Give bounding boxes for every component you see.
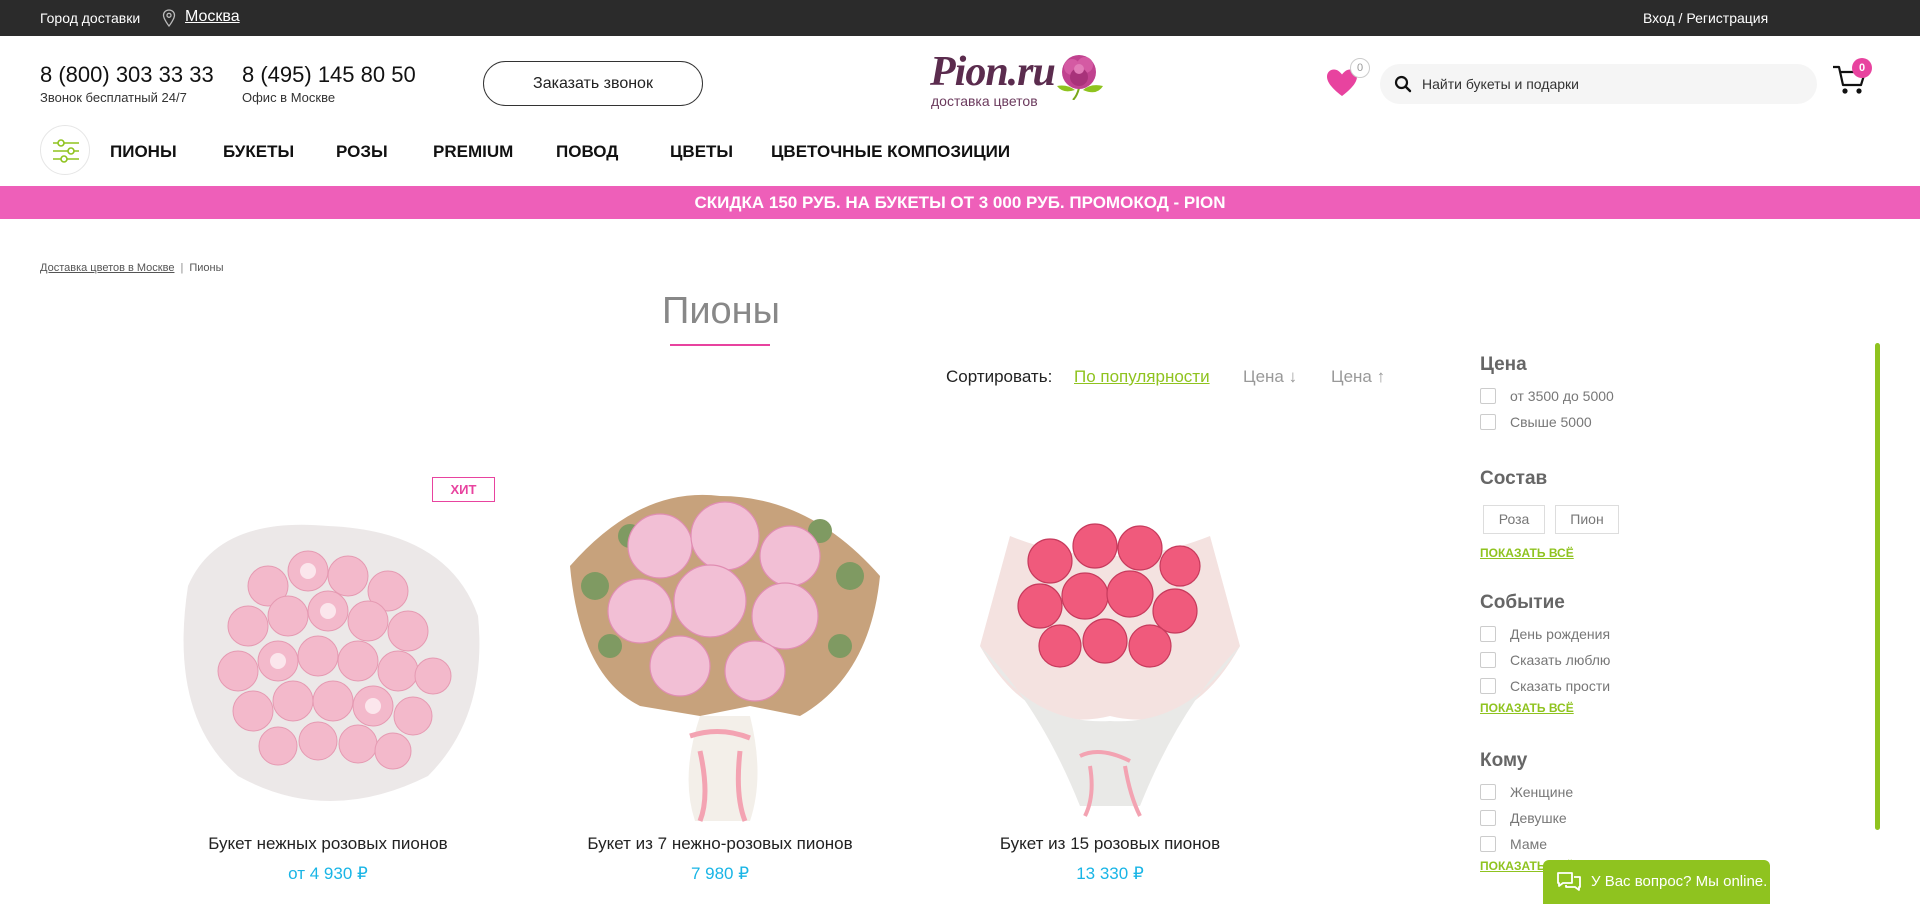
top-bar: Город доставки Москва Вход / Регистрация [0, 0, 1920, 36]
city-selector-link[interactable]: Москва [185, 8, 240, 26]
title-underline [670, 344, 770, 346]
filter-recipient-option[interactable]: Маме [1480, 835, 1640, 853]
checkbox-label: День рождения [1510, 626, 1611, 642]
composition-show-all-link[interactable]: ПОКАЗАТЬ ВСЁ [1480, 546, 1574, 560]
checkbox-label: Свыше 5000 [1510, 414, 1592, 430]
checkbox-label: Сказать прости [1510, 678, 1611, 694]
product-name[interactable]: Букет из 15 розовых пионов [940, 834, 1280, 854]
search-box [1380, 64, 1817, 104]
product-name[interactable]: Букет нежных розовых пионов [158, 834, 498, 854]
event-show-all-link[interactable]: ПОКАЗАТЬ ВСЁ [1480, 701, 1574, 715]
product-price: 13 330 ₽ [1076, 864, 1144, 883]
phone-office[interactable]: 8 (495) 145 80 50 [242, 62, 416, 88]
filter-price-option[interactable]: от 3500 до 5000 [1480, 387, 1640, 405]
search-input[interactable] [1422, 72, 1802, 96]
request-call-button[interactable]: Заказать звонок [483, 61, 703, 106]
checkbox[interactable] [1480, 678, 1496, 694]
filter-event-title: Событие [1480, 592, 1565, 613]
logo-wordmark: Pion.ru [930, 49, 1056, 95]
checkbox[interactable] [1480, 810, 1496, 826]
checkbox-label: Девушке [1510, 810, 1567, 826]
filter-price-title: Цена [1480, 354, 1527, 375]
nav-item-bouquets[interactable]: БУКЕТЫ [223, 142, 294, 162]
filter-tag-peony[interactable]: Пион [1555, 505, 1619, 534]
nav-item-roses[interactable]: РОЗЫ [336, 142, 388, 162]
filter-event-option[interactable]: Сказать люблю [1480, 651, 1640, 669]
delivery-city-label: Город доставки [40, 10, 141, 26]
chat-bubbles-icon [1557, 872, 1581, 891]
search-icon[interactable] [1394, 75, 1412, 93]
logo-tagline: доставка цветов [931, 93, 1038, 109]
product-price: от 4 930 ₽ [288, 864, 368, 883]
phone-free-caption: Звонок бесплатный 24/7 [40, 90, 187, 105]
filter-tag-rose[interactable]: Роза [1483, 505, 1545, 534]
nav-item-peonies[interactable]: ПИОНЫ [110, 142, 177, 162]
product-image[interactable] [550, 476, 890, 826]
nav-item-flowers[interactable]: ЦВЕТЫ [670, 142, 733, 162]
filter-price-option[interactable]: Свыше 5000 [1480, 413, 1640, 431]
filter-event-option[interactable]: День рождения [1480, 625, 1640, 643]
sidebar-scrollbar[interactable] [1875, 343, 1880, 830]
peony-logo-icon [1057, 55, 1103, 100]
product-image[interactable] [158, 476, 498, 826]
breadcrumb-home-link[interactable]: Доставка цветов в Москве [40, 262, 174, 274]
checkbox-label: Женщине [1510, 784, 1574, 800]
product-name[interactable]: Букет из 7 нежно-розовых пионов [550, 834, 890, 854]
chat-label: У Вас вопрос? Мы online. [1591, 873, 1768, 890]
sort-price-desc[interactable]: Цена ↓ [1243, 367, 1297, 387]
breadcrumb: Доставка цветов в Москве | Пионы [40, 262, 223, 274]
sort-by-popularity[interactable]: По популярности [1074, 367, 1210, 387]
online-chat-button[interactable]: У Вас вопрос? Мы online. [1543, 860, 1770, 904]
filter-recipient-option[interactable]: Женщине [1480, 783, 1640, 801]
login-register-link[interactable]: Вход / Регистрация [1643, 10, 1768, 26]
site-logo[interactable]: Pion.ru доставка цветов [928, 48, 1103, 118]
checkbox-label: Маме [1510, 836, 1548, 852]
filter-recipient-title: Кому [1480, 750, 1528, 771]
product-image[interactable] [940, 476, 1280, 826]
cart-count-badge: 0 [1852, 58, 1872, 78]
sort-label: Сортировать: [946, 367, 1053, 386]
sliders-icon [53, 139, 79, 163]
checkbox[interactable] [1480, 784, 1496, 800]
checkbox[interactable] [1480, 836, 1496, 852]
product-price: 7 980 ₽ [690, 864, 750, 883]
promo-banner: СКИДКА 150 РУБ. НА БУКЕТЫ ОТ 3 000 РУБ. … [0, 186, 1920, 219]
filter-event-option[interactable]: Сказать прости [1480, 677, 1640, 695]
phone-office-caption: Офис в Москве [242, 90, 336, 105]
filter-composition-title: Состав [1480, 468, 1548, 489]
location-pin-icon [162, 9, 176, 27]
nav-item-occasion[interactable]: ПОВОД [556, 142, 618, 162]
nav-item-compositions[interactable]: ЦВЕТОЧНЫЕ КОМПОЗИЦИИ [771, 142, 1010, 162]
phone-free[interactable]: 8 (800) 303 33 33 [40, 62, 214, 88]
breadcrumb-current: Пионы [189, 262, 224, 274]
checkbox[interactable] [1480, 414, 1496, 430]
checkbox-label: Сказать люблю [1510, 652, 1611, 668]
nav-item-premium[interactable]: PREMIUM [433, 142, 513, 162]
sort-price-asc[interactable]: Цена ↑ [1331, 367, 1385, 387]
filter-recipient-option[interactable]: Девушке [1480, 809, 1640, 827]
checkbox[interactable] [1480, 388, 1496, 404]
hit-badge: ХИТ [432, 477, 495, 502]
breadcrumb-separator: | [180, 262, 184, 274]
checkbox[interactable] [1480, 626, 1496, 642]
filters-toggle-button[interactable] [40, 125, 90, 175]
page-title: Пионы [662, 290, 780, 332]
checkbox[interactable] [1480, 652, 1496, 668]
wishlist-count-badge: 0 [1350, 58, 1370, 78]
checkbox-label: от 3500 до 5000 [1510, 388, 1614, 404]
